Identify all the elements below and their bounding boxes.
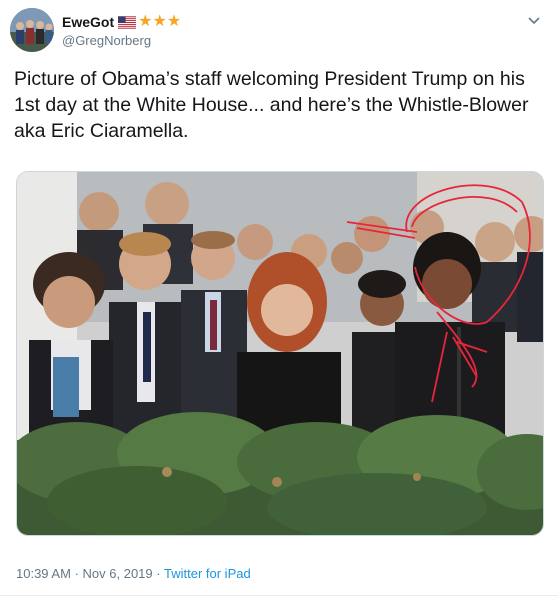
avatar[interactable] [10, 8, 54, 52]
handle[interactable]: @GregNorberg [62, 33, 181, 48]
star-icon: ★ [166, 13, 182, 30]
star-icon: ★ [138, 13, 153, 30]
star-icon: ★ [152, 13, 167, 30]
meta-separator: · [74, 566, 79, 581]
tweet-date[interactable]: Nov 6, 2019 [83, 566, 153, 581]
meta-separator: · [156, 566, 161, 581]
tweet-header: EweGot ★ ★ ★ @GregNorberg [10, 8, 548, 54]
display-name-row[interactable]: EweGot ★ ★ ★ [62, 12, 181, 32]
hedge [17, 412, 543, 535]
tweet-photo[interactable] [16, 171, 544, 536]
chevron-down-icon[interactable] [524, 12, 544, 32]
us-flag-icon [118, 15, 137, 29]
tweet-text: Picture of Obama’s staff welcoming Presi… [14, 68, 529, 142]
display-name[interactable]: EweGot [62, 14, 114, 30]
tweet-meta: 10:39 AM · Nov 6, 2019 · Twitter for iPa… [16, 566, 251, 581]
staff-photo [17, 172, 543, 535]
tweet-card: EweGot ★ ★ ★ @GregNorberg Picture of Oba… [0, 0, 558, 596]
author-names: EweGot ★ ★ ★ @GregNorberg [62, 12, 181, 49]
tweet-source-link[interactable]: Twitter for iPad [164, 566, 251, 581]
tweet-time[interactable]: 10:39 AM [16, 566, 71, 581]
